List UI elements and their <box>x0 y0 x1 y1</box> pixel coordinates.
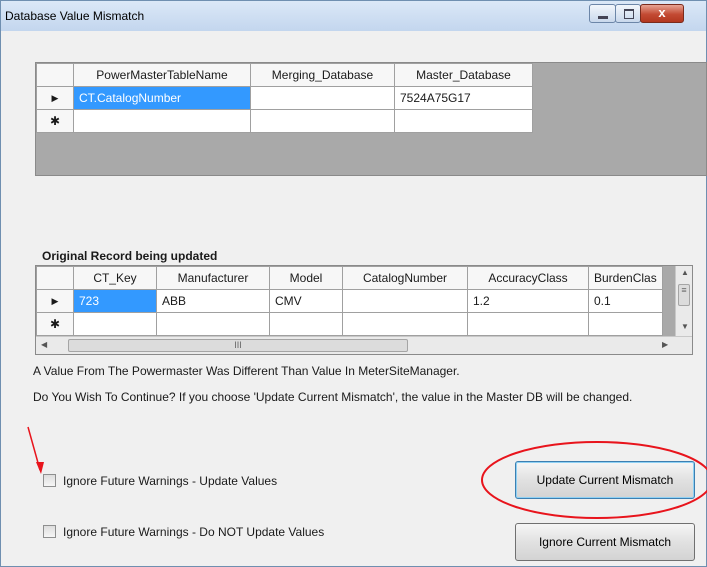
window-title: Database Value Mismatch <box>5 9 145 23</box>
row-header-corner <box>36 266 74 290</box>
close-button[interactable]: x <box>640 4 684 23</box>
column-header[interactable]: Merging_Database <box>250 63 395 87</box>
column-header[interactable]: Model <box>269 266 343 290</box>
ignore-update-checkbox[interactable] <box>43 474 56 487</box>
table-cell[interactable]: 723 <box>73 289 157 313</box>
horizontal-scrollbar[interactable]: ◀ III ▶ <box>36 336 692 354</box>
vertical-scroll-thumb[interactable]: ≡ <box>678 284 690 306</box>
update-current-mismatch-button[interactable]: Update Current Mismatch <box>515 461 695 499</box>
current-row-marker[interactable]: ▶ <box>36 86 74 110</box>
table-cell[interactable] <box>250 86 395 110</box>
vertical-scrollbar[interactable]: ▲ ≡ ▼ <box>675 266 692 336</box>
warning-message: A Value From The Powermaster Was Differe… <box>33 364 460 378</box>
new-row-marker[interactable]: ✱ <box>36 109 74 133</box>
table-row[interactable]: ▶ 723 ABB CMV 1.2 0.1 <box>36 289 663 313</box>
table-cell[interactable]: 0.1 <box>588 289 663 313</box>
row-header-corner <box>36 63 74 87</box>
maximize-button[interactable] <box>615 4 641 23</box>
mismatch-grid-header: PowerMasterTableName Merging_Database Ma… <box>36 63 533 87</box>
table-cell[interactable] <box>342 289 468 313</box>
table-cell[interactable]: 7524A75G17 <box>394 86 533 110</box>
ignore-update-label[interactable]: Ignore Future Warnings - Update Values <box>63 474 277 488</box>
scroll-right-icon[interactable]: ▶ <box>662 340 668 349</box>
table-cell[interactable] <box>269 312 343 336</box>
ignore-current-mismatch-button[interactable]: Ignore Current Mismatch <box>515 523 695 561</box>
original-record-label: Original Record being updated <box>42 249 218 263</box>
minimize-button[interactable] <box>589 4 616 23</box>
new-row-marker[interactable]: ✱ <box>36 312 74 336</box>
table-cell[interactable]: CT.CatalogNumber <box>73 86 251 110</box>
title-bar[interactable]: Database Value Mismatch x <box>1 1 706 31</box>
horizontal-scroll-thumb[interactable]: III <box>68 339 408 352</box>
table-cell[interactable] <box>73 109 251 133</box>
original-grid-header: CT_Key Manufacturer Model CatalogNumber … <box>36 266 663 290</box>
current-row-marker[interactable]: ▶ <box>36 289 74 313</box>
table-row[interactable]: ▶ CT.CatalogNumber 7524A75G17 <box>36 86 533 110</box>
scroll-down-icon[interactable]: ▼ <box>681 322 689 331</box>
table-cell[interactable] <box>467 312 589 336</box>
table-cell[interactable]: ABB <box>156 289 270 313</box>
new-row[interactable]: ✱ <box>36 312 663 336</box>
continue-question: Do You Wish To Continue? If you choose '… <box>33 390 633 404</box>
table-cell[interactable] <box>250 109 395 133</box>
minimize-icon <box>598 16 608 19</box>
column-header[interactable]: PowerMasterTableName <box>73 63 251 87</box>
close-icon: x <box>658 5 666 20</box>
original-record-grid[interactable]: CT_Key Manufacturer Model CatalogNumber … <box>35 265 693 355</box>
scroll-up-icon[interactable]: ▲ <box>681 268 689 277</box>
table-cell[interactable] <box>156 312 270 336</box>
column-header[interactable]: AccuracyClass <box>467 266 589 290</box>
column-header[interactable]: Master_Database <box>394 63 533 87</box>
column-header[interactable]: CT_Key <box>73 266 157 290</box>
table-cell[interactable]: 1.2 <box>467 289 589 313</box>
dialog-body: PowerMasterTableName Merging_Database Ma… <box>9 31 707 561</box>
scroll-left-icon[interactable]: ◀ <box>41 340 47 349</box>
column-header[interactable]: Manufacturer <box>156 266 270 290</box>
maximize-icon <box>624 9 634 19</box>
ignore-no-update-label[interactable]: Ignore Future Warnings - Do NOT Update V… <box>63 525 324 539</box>
ignore-no-update-checkbox[interactable] <box>43 525 56 538</box>
column-header[interactable]: BurdenClas <box>588 266 663 290</box>
table-cell[interactable]: CMV <box>269 289 343 313</box>
mismatch-grid[interactable]: PowerMasterTableName Merging_Database Ma… <box>35 62 707 176</box>
table-cell[interactable] <box>342 312 468 336</box>
new-row[interactable]: ✱ <box>36 109 533 133</box>
column-header[interactable]: CatalogNumber <box>342 266 468 290</box>
scroll-grip-icon: III <box>234 340 242 350</box>
table-cell[interactable] <box>394 109 533 133</box>
dialog-window: Database Value Mismatch x PowerMasterTab… <box>0 0 707 567</box>
table-cell[interactable] <box>73 312 157 336</box>
table-cell[interactable] <box>588 312 663 336</box>
